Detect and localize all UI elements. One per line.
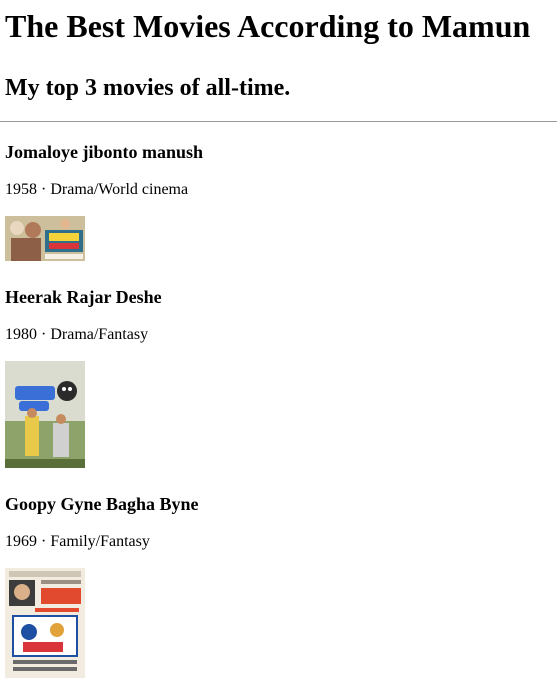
- page-subtitle: My top 3 movies of all-time.: [5, 75, 291, 101]
- movie-title: Jomaloye jibonto manush: [5, 142, 204, 162]
- movie-poster: [5, 568, 85, 678]
- movie-meta: 1958 · Drama/World cinema: [5, 181, 189, 198]
- movie-item: Goopy Gyne Bagha Byne 1969 · Family/Fant…: [5, 494, 557, 678]
- movie-poster: [5, 216, 85, 261]
- movie-title: Heerak Rajar Deshe: [5, 287, 162, 307]
- divider: [0, 121, 557, 122]
- movie-poster: [5, 361, 85, 468]
- movie-item: Heerak Rajar Deshe 1980 · Drama/Fantasy: [5, 287, 557, 468]
- movie-meta: 1969 · Family/Fantasy: [5, 533, 150, 550]
- movie-item: Jomaloye jibonto manush 1958 · Drama/Wor…: [5, 142, 557, 261]
- page-title: The Best Movies According to Mamun: [5, 8, 531, 44]
- movie-title: Goopy Gyne Bagha Byne: [5, 494, 199, 514]
- movie-meta: 1980 · Drama/Fantasy: [5, 326, 149, 343]
